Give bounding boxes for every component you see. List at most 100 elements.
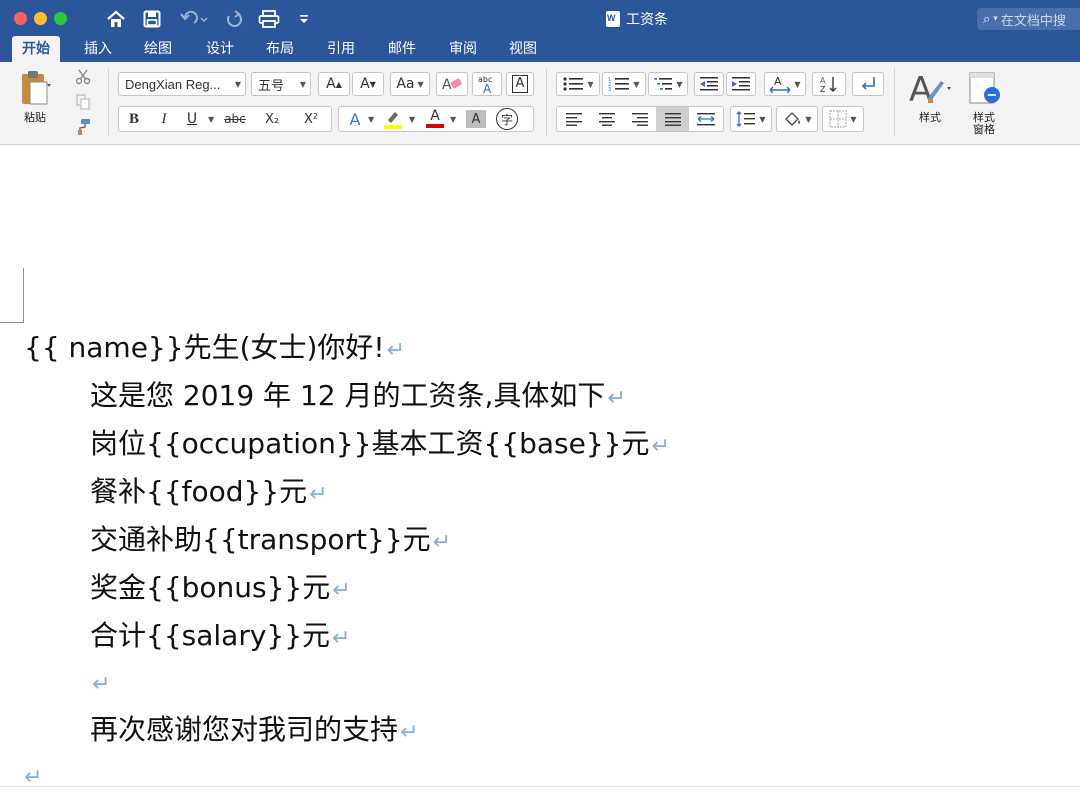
format-painter-icon[interactable] xyxy=(72,116,94,138)
svg-text:A: A xyxy=(820,76,826,85)
clear-format-button[interactable]: A xyxy=(436,72,468,96)
show-hide-marks-button[interactable] xyxy=(852,72,884,96)
phonetic-guide-icon: abcA xyxy=(478,75,492,94)
paragraph-mark-icon: ↵ xyxy=(607,386,626,411)
italic-button[interactable]: I xyxy=(149,111,179,128)
justify-button[interactable] xyxy=(656,107,689,131)
bullets-icon xyxy=(563,77,584,91)
sort-button[interactable]: AZ xyxy=(812,72,846,96)
phonetic-guide-button[interactable]: abc A xyxy=(472,72,502,96)
decrease-indent-icon xyxy=(700,77,718,91)
document-line[interactable]: 这是您 2019 年 12 月的工资条,具体如下↵ xyxy=(90,379,626,416)
shading-button[interactable]: ▼ xyxy=(776,106,818,132)
undo-icon[interactable] xyxy=(176,8,212,30)
paste-button[interactable] xyxy=(10,66,60,110)
document-line[interactable]: ↵ xyxy=(90,665,110,702)
document-line[interactable]: 奖金{{bonus}}元↵ xyxy=(90,571,351,608)
document-line[interactable]: 再次感谢您对我司的支持↵ xyxy=(90,713,418,750)
shrink-font-button[interactable]: A ▼ xyxy=(352,72,384,96)
tab-insert[interactable]: 插入 xyxy=(74,36,122,62)
superscript-button[interactable]: X² xyxy=(292,112,330,127)
document-line[interactable]: {{ name}}先生(女士)你好!↵ xyxy=(24,331,405,368)
styles-button[interactable]: A xyxy=(904,68,956,108)
font-size-select[interactable]: 五号 ▼ xyxy=(251,72,311,96)
triangle-down-icon: ▼ xyxy=(369,79,376,89)
tab-view[interactable]: 视图 xyxy=(499,36,547,62)
tab-layout[interactable]: 布局 xyxy=(256,36,304,62)
document-line[interactable]: 合计{{salary}}元↵ xyxy=(90,619,350,656)
tab-design[interactable]: 设计 xyxy=(196,36,244,62)
text-effects-icon[interactable]: A xyxy=(345,110,365,129)
increase-indent-icon xyxy=(732,77,750,91)
minimize-window-button[interactable] xyxy=(34,12,47,25)
grow-font-button[interactable]: A ▲ xyxy=(318,72,350,96)
document-line[interactable]: 岗位{{occupation}}基本工资{{base}}元↵ xyxy=(90,427,670,464)
svg-text:A: A xyxy=(774,75,782,88)
home-icon[interactable] xyxy=(104,8,128,30)
tab-review[interactable]: 审阅 xyxy=(439,36,487,62)
decrease-indent-button[interactable] xyxy=(694,72,724,96)
ribbon-divider xyxy=(546,68,547,136)
multilevel-list-button[interactable]: ▼ xyxy=(648,72,688,96)
search-icon: ⌕ xyxy=(983,11,991,27)
underline-button[interactable]: U xyxy=(179,111,205,127)
align-right-icon xyxy=(631,113,648,126)
paragraph-mark-icon: ↵ xyxy=(432,530,452,555)
font-name-select[interactable]: DengXian Reg... ▼ xyxy=(118,72,246,96)
increase-indent-button[interactable] xyxy=(726,72,756,96)
change-case-button[interactable]: Aa ▼ xyxy=(390,72,430,96)
text-direction-button[interactable]: A ▼ xyxy=(764,72,806,96)
tab-home[interactable]: 开始 xyxy=(12,36,60,62)
svg-text:3: 3 xyxy=(608,87,611,92)
font-color-swatch xyxy=(426,124,444,128)
redo-icon[interactable] xyxy=(222,8,246,30)
line-text: 合计{{salary}}元 xyxy=(90,619,331,652)
grow-font-label: A xyxy=(326,76,336,92)
save-icon[interactable] xyxy=(140,8,164,30)
strikethrough-button[interactable]: abc xyxy=(218,112,252,126)
tab-mailings[interactable]: 邮件 xyxy=(378,36,426,62)
subscript-button[interactable]: X₂ xyxy=(252,112,292,127)
align-center-button[interactable] xyxy=(590,107,623,131)
bullets-button[interactable]: ▼ xyxy=(556,72,600,96)
document-canvas[interactable] xyxy=(0,145,1080,791)
line-text: 这是您 2019 年 12 月的工资条,具体如下 xyxy=(90,379,606,412)
align-left-button[interactable] xyxy=(557,107,590,131)
svg-text:A: A xyxy=(483,82,492,94)
character-shading-button[interactable]: A xyxy=(466,110,486,128)
font-color-button[interactable]: A xyxy=(423,108,447,130)
tab-draw[interactable]: 绘图 xyxy=(134,36,182,62)
cut-icon[interactable] xyxy=(72,66,94,88)
enclose-character-button[interactable]: 字 xyxy=(496,108,518,130)
chevron-down-icon[interactable]: ▼ xyxy=(368,115,382,124)
bold-button[interactable]: B xyxy=(119,111,149,128)
chevron-down-icon[interactable]: ▼ xyxy=(450,115,466,124)
paragraph-mark-icon: ↵ xyxy=(332,626,351,651)
document-line[interactable]: 交通补助{{transport}}元↵ xyxy=(90,523,451,560)
search-input[interactable]: ⌕ ▾ 在文档中搜 xyxy=(977,8,1080,30)
highlight-button[interactable] xyxy=(382,108,406,130)
chevron-down-icon: ▼ xyxy=(633,79,640,89)
line-spacing-button[interactable]: ▼ xyxy=(730,106,772,132)
borders-button[interactable]: ▼ xyxy=(822,106,864,132)
print-icon[interactable] xyxy=(256,8,282,30)
chevron-down-icon[interactable]: ▼ xyxy=(409,115,423,124)
styles-pane-button[interactable] xyxy=(964,70,1004,108)
close-window-button[interactable] xyxy=(14,12,27,25)
margin-crop-mark xyxy=(23,268,24,323)
numbering-button[interactable]: 123 ▼ xyxy=(602,72,646,96)
styles-pane-icon xyxy=(969,72,1000,104)
tab-references[interactable]: 引用 xyxy=(317,36,365,62)
copy-icon[interactable] xyxy=(72,92,94,112)
distribute-button[interactable] xyxy=(689,107,722,131)
paragraph-mark-icon: ↵ xyxy=(651,434,670,459)
document-line[interactable]: ↵ xyxy=(22,758,42,795)
align-right-button[interactable] xyxy=(623,107,656,131)
maximize-window-button[interactable] xyxy=(54,12,67,25)
ribbon-divider xyxy=(108,68,109,136)
customize-toolbar-icon[interactable] xyxy=(296,8,312,30)
character-border-button[interactable]: A xyxy=(506,72,534,96)
document-line[interactable]: 餐补{{food}}元↵ xyxy=(90,475,328,512)
borders-icon xyxy=(829,110,847,128)
underline-dropdown-icon[interactable]: ▼ xyxy=(208,115,218,124)
